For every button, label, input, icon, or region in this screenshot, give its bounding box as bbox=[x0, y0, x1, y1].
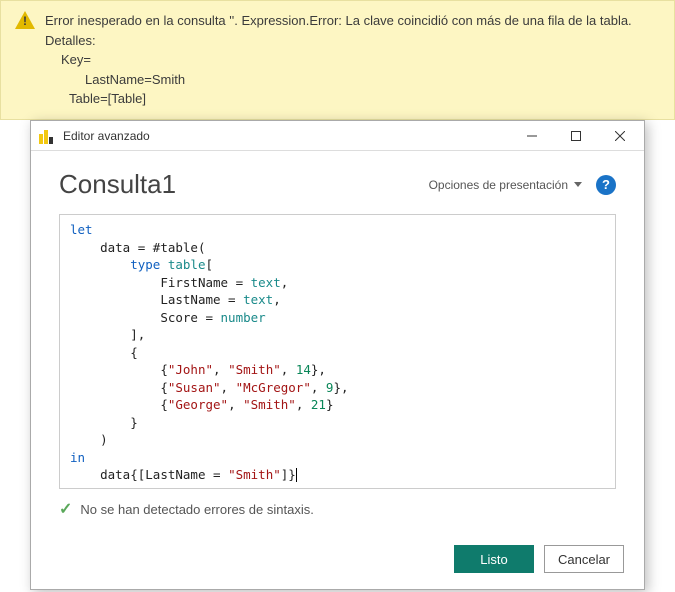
maximize-button[interactable] bbox=[554, 122, 598, 150]
advanced-editor-dialog: Editor avanzado Consulta1 Opciones de pr… bbox=[30, 120, 645, 590]
titlebar: Editor avanzado bbox=[31, 121, 644, 151]
window-title: Editor avanzado bbox=[63, 129, 510, 143]
dialog-footer: Listo Cancelar bbox=[31, 533, 644, 589]
help-icon[interactable]: ? bbox=[596, 175, 616, 195]
minimize-button[interactable] bbox=[510, 122, 554, 150]
check-icon: ✓ bbox=[59, 499, 72, 519]
query-name: Consulta1 bbox=[59, 169, 429, 200]
app-icon bbox=[39, 128, 55, 144]
cancel-button[interactable]: Cancelar bbox=[544, 545, 624, 573]
dialog-content: Consulta1 Opciones de presentación ? let… bbox=[31, 151, 644, 533]
error-key-value: LastName=Smith bbox=[45, 70, 660, 90]
ok-button[interactable]: Listo bbox=[454, 545, 534, 573]
code-editor[interactable]: let data = #table( type table[ FirstName… bbox=[59, 214, 616, 489]
status-text: No se han detectado errores de sintaxis. bbox=[80, 502, 313, 517]
error-banner: Error inesperado en la consulta ''. Expr… bbox=[0, 0, 675, 120]
error-table-label: Table=[Table] bbox=[45, 89, 660, 109]
error-details-label: Detalles: bbox=[45, 31, 660, 51]
display-options-dropdown[interactable]: Opciones de presentación bbox=[429, 178, 582, 192]
chevron-down-icon bbox=[574, 182, 582, 187]
header-row: Consulta1 Opciones de presentación ? bbox=[59, 169, 616, 200]
error-key-label: Key= bbox=[45, 50, 660, 70]
display-options-label: Opciones de presentación bbox=[429, 178, 568, 192]
warning-icon bbox=[15, 11, 35, 29]
error-message: Error inesperado en la consulta ''. Expr… bbox=[45, 11, 660, 31]
close-button[interactable] bbox=[598, 122, 642, 150]
status-row: ✓ No se han detectado errores de sintaxi… bbox=[59, 499, 616, 519]
